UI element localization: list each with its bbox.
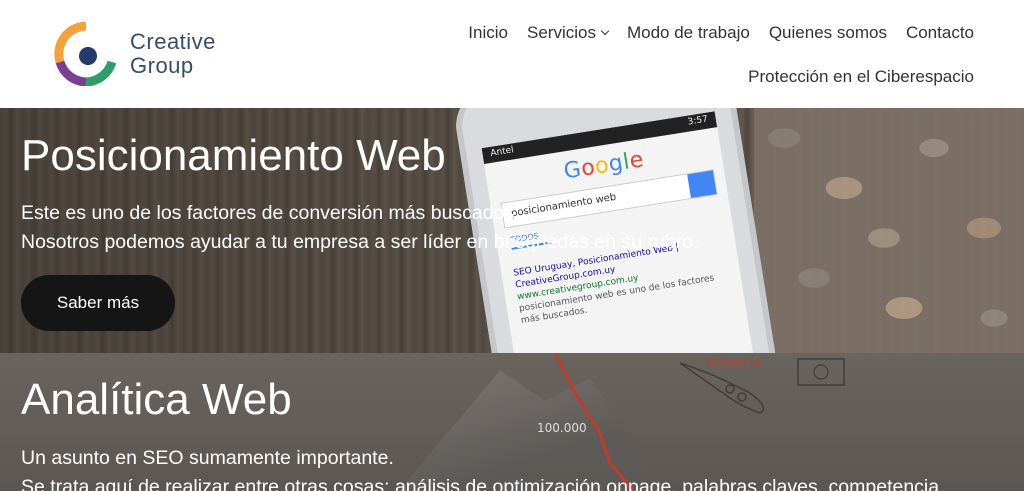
- nav-label: Quienes somos: [768, 23, 887, 42]
- nav-label: Inicio: [468, 23, 508, 42]
- background-word: Potencia: [706, 356, 761, 371]
- nav-label: Servicios: [526, 23, 596, 42]
- hero1-content: Posicionamiento Web: [21, 130, 446, 182]
- nav-label: Protección en el Ciberespacio: [748, 67, 974, 86]
- hero2-line2: Se trata aquí de realizar entre otras co…: [21, 476, 940, 491]
- hero1-line1: Este es uno de los factores de conversió…: [21, 202, 520, 224]
- brand-logo[interactable]: Creative Group: [54, 22, 244, 86]
- phone-time: 3:57: [687, 114, 709, 128]
- search-icon: [687, 170, 717, 199]
- hero1-title: Posicionamiento Web: [21, 131, 446, 180]
- nav-item-quienes-somos[interactable]: Quienes somos: [769, 23, 887, 43]
- hero2-content: Analítica Web: [21, 374, 292, 426]
- logo-icon: [54, 22, 117, 86]
- site-header: Creative Group Inicio Servicios Modo de …: [0, 0, 1024, 108]
- hero2-line1: Un asunto en SEO sumamente importante.: [21, 447, 394, 469]
- nav-row-1: Inicio Servicios Modo de trabajo Quienes…: [414, 20, 974, 46]
- hero1-text: Este es uno de los factores de conversió…: [21, 199, 698, 257]
- nav-item-servicios[interactable]: Servicios: [526, 23, 610, 43]
- saber-mas-button[interactable]: Saber más: [21, 275, 175, 331]
- nav-item-inicio[interactable]: Inicio: [468, 23, 508, 43]
- hero-posicionamiento: Antel 3:57 Google posicionamiento web TO…: [0, 108, 1024, 353]
- nav-item-modo-de-trabajo[interactable]: Modo de trabajo: [627, 23, 750, 43]
- nav-item-proteccion-ciberespacio[interactable]: Protección en el Ciberespacio: [748, 67, 974, 87]
- phone-carrier: Antel: [489, 145, 515, 159]
- background-label: 100.000: [537, 421, 587, 435]
- hero-analitica: 100.000 Potencia Analítica Web Un asunto…: [0, 353, 1024, 491]
- nav-label: Modo de trabajo: [626, 23, 750, 42]
- brand-name-line2: Group: [130, 53, 194, 78]
- hero2-text: Un asunto en SEO sumamente importante. S…: [21, 444, 939, 491]
- hero1-line2: Nosotros podemos ayudar a tu empresa a s…: [21, 231, 699, 253]
- chevron-down-icon: [600, 26, 610, 36]
- nav-item-contacto[interactable]: Contacto: [906, 23, 974, 43]
- main-nav: Inicio Servicios Modo de trabajo Quienes…: [414, 20, 974, 90]
- hero2-title: Analítica Web: [21, 375, 292, 424]
- nav-label: Contacto: [905, 23, 974, 42]
- brand-name: Creative Group: [130, 30, 216, 78]
- brand-name-line1: Creative: [130, 29, 216, 54]
- rocket-sketch-graphic: Potencia: [679, 356, 845, 414]
- stones-background: [754, 108, 1024, 353]
- nav-row-2: Protección en el Ciberespacio: [414, 64, 974, 90]
